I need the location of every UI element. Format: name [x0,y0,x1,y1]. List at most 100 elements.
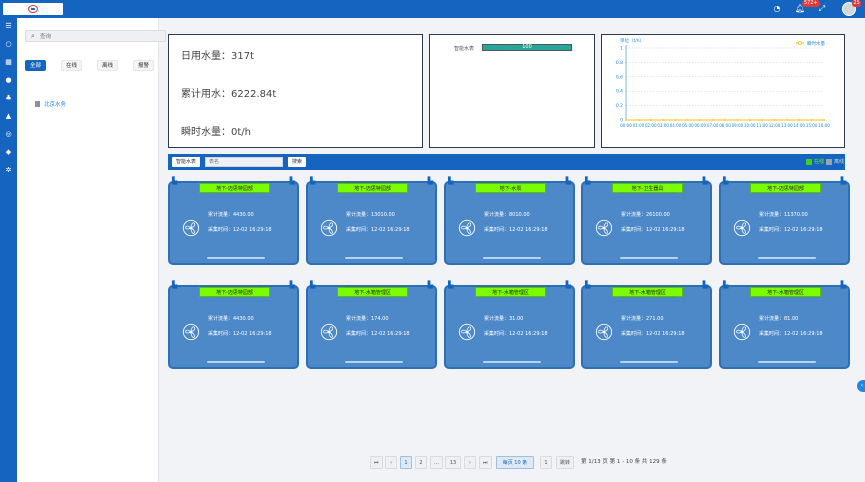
corner-deco-icon: ▙ [172,281,178,289]
gear-icon[interactable]: ✲ [4,166,13,175]
corner-deco-icon: ▙ [565,177,571,185]
filter-offline[interactable]: 离线 [97,60,119,71]
meter-card-underline [483,361,541,363]
fan-icon [595,219,613,237]
next-page-button[interactable]: › [464,456,476,469]
corner-deco-icon: ▙ [448,281,454,289]
meter-type-button[interactable]: 智能水表 [172,157,201,167]
tree-search-box: ⌕ [25,30,166,42]
page-button-1[interactable]: 1 [400,456,412,469]
page-button-2[interactable]: 2 [415,456,427,469]
fan-icon [320,219,338,237]
chart-xtick-label: 12:00 [769,123,781,128]
meter-card[interactable]: ▙ ▙ 地下-水箱管理区 累计流量：174.00 采集时间：12-02 16:29:18 [306,281,437,369]
filter-alarm[interactable]: 报警 [133,60,155,71]
corner-deco-icon: ▙ [427,281,433,289]
page-button-13[interactable]: 13 [445,456,461,469]
bell-rail-icon[interactable]: ▲ [4,112,13,121]
grid-icon[interactable]: ▦ [4,58,13,67]
first-page-button[interactable]: ⏮ [370,456,383,469]
legend-marker [798,41,802,45]
search-icon: ⌕ [31,32,35,40]
legend-online-label: 在线 [814,159,825,165]
fullscreen-icon[interactable]: ⤢ [817,4,827,14]
chart-point [625,119,627,121]
meter-card-name: 地下-水箱管理区 [750,287,821,297]
meter-card-time: 采集时间：12-02 16:29:18 [759,331,823,337]
tree-node-root[interactable]: 北京水务 [35,100,66,108]
daily-usage: 日用水量：317t [181,51,255,62]
chart-ytick-label: 1 [620,46,623,52]
meter-card[interactable]: ▙ ▙ 地下-水箱管理区 累计流量：271.00 采集时间：12-02 16:29:18 [581,281,712,369]
meter-card-time: 采集时间：12-02 16:29:18 [621,227,685,233]
corner-deco-icon: ▙ [289,281,295,289]
filter-all[interactable]: 全部 [25,60,47,71]
meter-card-time: 采集时间：12-02 16:29:18 [208,331,272,337]
dashboard-icon[interactable]: ◔ [772,4,782,14]
prev-page-button[interactable]: ‹ [385,456,397,469]
meter-card-underline [483,257,541,259]
chart-xtick-label: 11:00 [756,123,768,128]
page-ellipsis[interactable]: … [430,456,443,469]
menu-icon[interactable]: ☰ [4,22,13,31]
globe-icon[interactable]: ◎ [4,130,13,139]
chart-xtick-label: 01:00 [633,123,645,128]
meter-card-flow: 累计流量：4430.00 [208,212,254,218]
meter-card[interactable]: ▙ ▙ 地下-水箱管理区 累计流量：81.00 采集时间：12-02 16:29:18 [719,281,850,369]
tag-icon[interactable]: ◆ [4,148,13,157]
goto-page-input[interactable]: 1 [540,456,552,469]
chart-xtick-label: 16:00 [818,123,830,128]
meter-card[interactable]: ▙ ▙ 地下-水箱管理区 累计流量：31.00 采集时间：12-02 16:29:18 [444,281,575,369]
chart-ytick-label: 0.6 [616,74,623,80]
chat-icon[interactable]: ● [4,76,13,85]
meter-name-input[interactable] [205,157,283,167]
flow-line-chart: 单位（t/h）瞬时水量10.80.60.40.2000:00 01:00 02:00… [616,37,830,128]
fan-icon [320,323,338,341]
document-icon [35,101,40,107]
meter-card-name: 地下-迈思特园部 [337,183,408,193]
circle-icon[interactable]: ○ [4,40,13,49]
meter-card-underline [620,257,678,259]
meter-card-name: 地下-水箱管理区 [337,287,408,297]
meter-card[interactable]: ▙ ▙ 地下-水泵 累计流量：8010.00 采集时间：12-02 16:29:18 [444,177,575,265]
goto-button[interactable]: 跳转 [556,456,575,469]
meter-card-flow: 累计流量：81.00 [759,316,799,322]
corner-deco-icon: ▙ [427,177,433,185]
chart-point [773,119,776,121]
corner-deco-icon: ▙ [289,177,295,185]
device-tree-panel: ⌕ 全部 在线 离线 报警 北京水务 [17,18,166,482]
meter-card-time: 采集时间：12-02 16:29:18 [346,227,410,233]
collapse-panel-button[interactable]: ‹ [857,380,865,392]
sitemap-icon[interactable]: ♣ [4,94,13,103]
chart-ylabel: 单位（t/h） [620,37,644,44]
online-swatch [806,158,812,165]
meter-card[interactable]: ▙ ▙ 地下-迈思特园部 累计流量：4430.00 采集时间：12-02 16:29:1… [168,281,299,369]
corner-deco-icon: ▙ [310,281,316,289]
instant-usage: 瞬时水量：0t/h [181,127,251,138]
app-logo[interactable] [3,3,63,15]
meter-card[interactable]: ▙ ▙ 地下-迈思特园部 累计流量：13010.00 采集时间：12-02 16:29:… [306,177,437,265]
fan-icon [182,323,200,341]
meter-card[interactable]: ▙ ▙ 地下-卫生器具 累计流量：26100.00 采集时间：12-02 16:29:1… [581,177,712,265]
meter-card-underline [620,361,678,363]
corner-deco-icon: ▙ [702,281,708,289]
status-filters: 全部 在线 离线 报警 [25,60,165,72]
chart-point [724,119,726,121]
query-toolbar: 智能水表 搜索 在线 离线 [168,154,845,170]
chart-xtick-label: 03:00 [657,123,669,128]
last-page-button[interactable]: ⏭ [479,456,492,469]
search-button[interactable]: 搜索 [288,157,307,167]
filter-online[interactable]: 在线 [61,60,83,71]
meter-card-flow: 累计流量：174.00 [346,316,389,322]
corner-deco-icon: ▙ [840,281,846,289]
chart-point [674,119,677,121]
chart-point [823,119,825,121]
page-size-select[interactable]: 每页 10 条 [496,456,534,469]
chart-point [748,119,751,121]
meter-card[interactable]: ▙ ▙ 地下-迈思特园部 累计流量：11370.00 采集时间：12-02 16:29:… [719,177,850,265]
meter-card-name: 地下-卫生器具 [612,183,683,193]
tree-search-input[interactable] [40,32,160,41]
top-header: ◔ 🔔︎ 572+ ⤢ 25 [0,0,865,18]
meter-card[interactable]: ▙ ▙ 地下-迈思特园部 累计流量：4430.00 采集时间：12-02 16:29:1… [168,177,299,265]
chart-xtick-label: 09:00 [732,123,744,128]
